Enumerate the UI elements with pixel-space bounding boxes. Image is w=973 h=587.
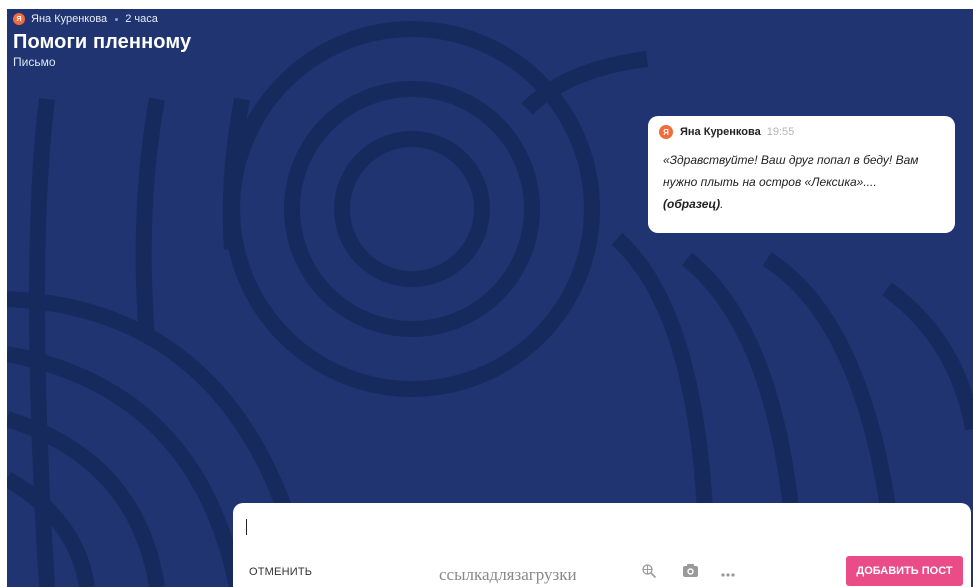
camera-icon[interactable] — [682, 563, 699, 581]
cancel-button[interactable]: ОТМЕНИТЬ — [249, 566, 312, 578]
board-meta: Я Яна Куренкова 2 часа — [13, 13, 191, 25]
background-pattern — [7, 21, 973, 587]
board-header: Я Яна Куренкова 2 часа Помоги пленному П… — [13, 13, 191, 69]
upload-link-text[interactable]: ссылкадлязагрузки — [439, 565, 577, 585]
post-text: «Здравствуйте! Ваш друг попал в беду! Ва… — [663, 153, 919, 189]
text-cursor[interactable] — [246, 519, 247, 535]
time-ago: 2 часа — [125, 13, 158, 25]
author-name[interactable]: Яна Куренкова — [31, 13, 107, 25]
post-meta: Я Яна Куренкова 19:55 — [659, 125, 945, 139]
post-bold-text: (образец) — [663, 197, 721, 211]
post-body: «Здравствуйте! Ваш друг попал в беду! Ва… — [659, 149, 945, 215]
link-search-icon[interactable] — [641, 563, 657, 582]
post-trailing: . — [720, 197, 724, 211]
padlet-board: Я Яна Куренкова 2 часа Помоги пленному П… — [7, 9, 973, 587]
separator-dot — [115, 17, 119, 21]
post-author-avatar[interactable]: Я — [659, 125, 673, 139]
more-icon[interactable] — [720, 566, 736, 581]
board-subtitle: Письмо — [13, 55, 56, 69]
post-card[interactable]: Я Яна Куренкова 19:55 «Здравствуйте! Ваш… — [648, 116, 955, 233]
add-post-button[interactable]: ДОБАВИТЬ ПОСТ — [846, 556, 963, 586]
post-author-name[interactable]: Яна Куренкова — [680, 126, 761, 138]
author-avatar[interactable]: Я — [13, 13, 25, 25]
post-time: 19:55 — [766, 126, 795, 138]
board-title: Помоги пленному — [13, 31, 192, 53]
post-composer[interactable]: ОТМЕНИТЬ ссылкадлязагрузки ДОБАВИТЬ ПОСТ — [233, 503, 971, 587]
